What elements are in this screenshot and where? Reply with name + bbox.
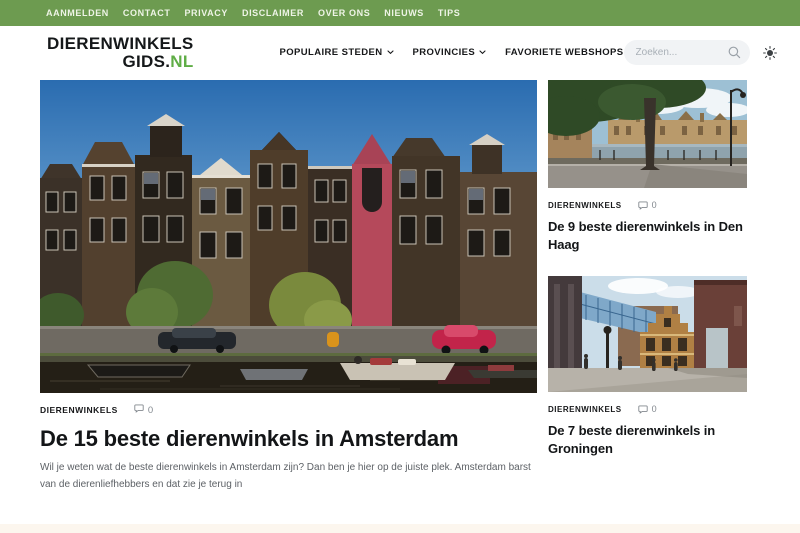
site-header: DIERENWINKELS GIDS.NL POPULAIRE STEDEN P…: [0, 26, 800, 79]
sidebar-article-meta: DIERENWINKELS 0: [548, 200, 747, 210]
category-link[interactable]: DIERENWINKELS: [548, 201, 622, 210]
featured-article-meta: DIERENWINKELS 0: [40, 404, 537, 416]
topbar-link-aanmelden[interactable]: AANMELDEN: [46, 8, 109, 18]
search-icon[interactable]: [728, 46, 741, 59]
sidebar-article-den-haag: DIERENWINKELS 0 De 9 beste dierenwinkels…: [548, 80, 747, 253]
content-area: DIERENWINKELS 0 De 15 beste dierenwinkel…: [40, 80, 747, 493]
category-link[interactable]: DIERENWINKELS: [548, 405, 622, 414]
speech-bubble-icon: [134, 404, 144, 416]
sidebar-article-image[interactable]: [548, 276, 747, 392]
topbar-link-contact[interactable]: CONTACT: [123, 8, 171, 18]
nav-provincies[interactable]: PROVINCIES: [413, 47, 487, 58]
logo-line1: DIERENWINKELS: [47, 35, 194, 53]
footer-strip: [0, 524, 800, 533]
comment-count[interactable]: 0: [638, 404, 657, 414]
topbar-link-tips[interactable]: TIPS: [438, 8, 460, 18]
main-nav: POPULAIRE STEDEN PROVINCIES FAVORIETE WE…: [280, 47, 624, 58]
comment-count[interactable]: 0: [638, 200, 657, 210]
sidebar-article-title[interactable]: De 7 beste dierenwinkels in Groningen: [548, 422, 747, 457]
logo-nl-accent: NL: [170, 52, 193, 71]
topbar-link-nieuws[interactable]: NIEUWS: [384, 8, 424, 18]
topbar-link-over-ons[interactable]: OVER ONS: [318, 8, 370, 18]
featured-article-image[interactable]: [40, 80, 537, 393]
category-link[interactable]: DIERENWINKELS: [40, 405, 118, 415]
topbar: AANMELDEN CONTACT PRIVACY DISCLAIMER OVE…: [0, 0, 800, 26]
search-box[interactable]: [624, 40, 750, 65]
featured-article-title[interactable]: De 15 beste dierenwinkels in Amsterdam: [40, 426, 537, 452]
sidebar-article-image[interactable]: [548, 80, 747, 188]
topbar-link-privacy[interactable]: PRIVACY: [184, 8, 228, 18]
sidebar-article-meta: DIERENWINKELS 0: [548, 404, 747, 414]
chevron-down-icon: [387, 47, 394, 58]
featured-article: DIERENWINKELS 0 De 15 beste dierenwinkel…: [40, 80, 537, 493]
sidebar-article-groningen: DIERENWINKELS 0 De 7 beste dierenwinkels…: [548, 276, 747, 457]
sidebar-article-title[interactable]: De 9 beste dierenwinkels in Den Haag: [548, 218, 747, 253]
sun-icon[interactable]: [763, 46, 777, 60]
sidebar: DIERENWINKELS 0 De 9 beste dierenwinkels…: [548, 80, 747, 493]
featured-article-excerpt: Wil je weten wat de beste dierenwinkels …: [40, 460, 532, 492]
speech-bubble-icon: [638, 405, 648, 414]
search-input[interactable]: [636, 47, 728, 58]
comment-count[interactable]: 0: [134, 404, 153, 416]
nav-favoriete-webshops[interactable]: FAVORIETE WEBSHOPS: [505, 47, 623, 58]
site-logo[interactable]: DIERENWINKELS GIDS.NL: [47, 35, 194, 71]
topbar-link-disclaimer[interactable]: DISCLAIMER: [242, 8, 304, 18]
speech-bubble-icon: [638, 201, 648, 210]
nav-populaire-steden[interactable]: POPULAIRE STEDEN: [280, 47, 394, 58]
chevron-down-icon: [479, 47, 486, 58]
logo-line2: GIDS.NL: [47, 53, 194, 71]
